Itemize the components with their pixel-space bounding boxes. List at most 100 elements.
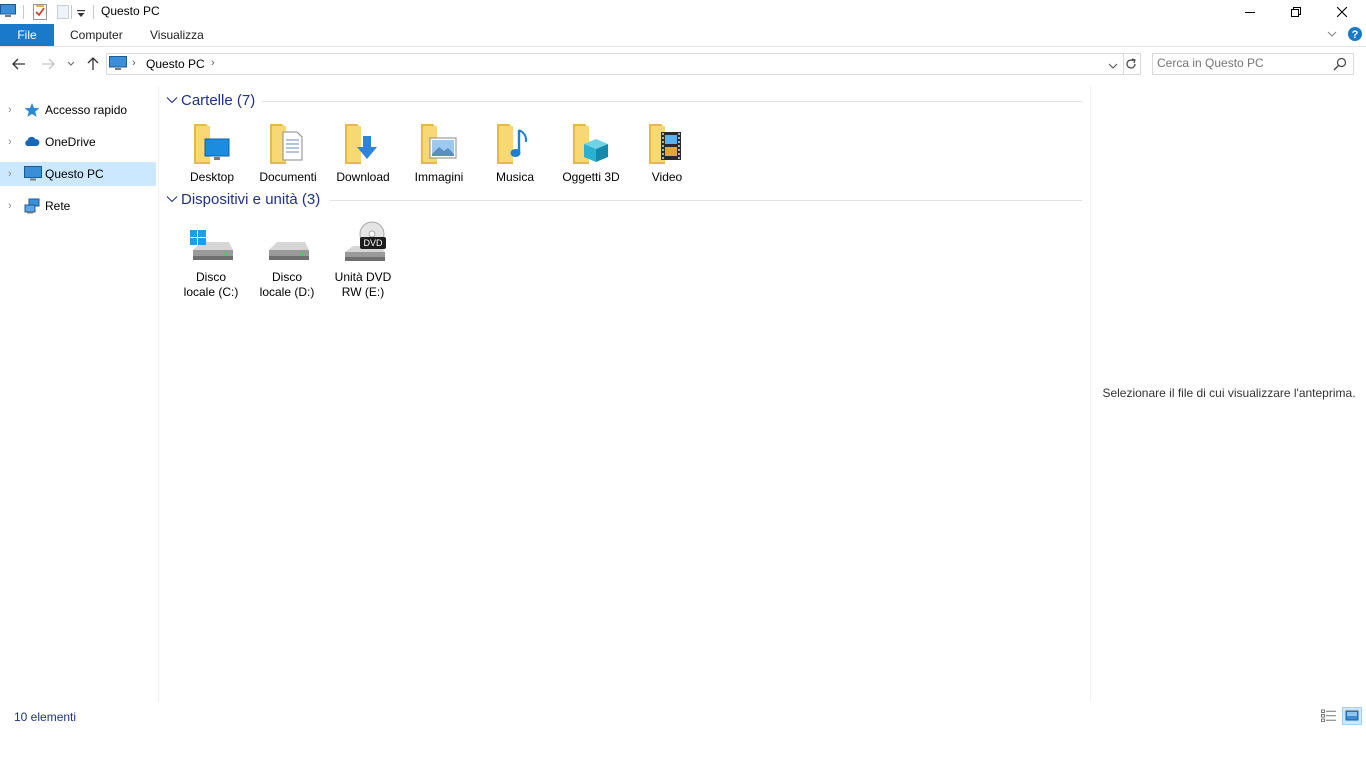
item-label: Download (336, 170, 390, 184)
item-label-line2: locale (C:) (183, 285, 239, 299)
refresh-button[interactable] (1122, 53, 1141, 75)
cloud-icon (24, 134, 40, 150)
drive-item-c[interactable]: Disco locale (C:) (173, 220, 249, 300)
new-folder-icon[interactable] (57, 5, 69, 19)
address-bar[interactable]: › Questo PC › (106, 53, 1124, 75)
folder-video-icon (643, 120, 691, 168)
recent-locations-button[interactable] (61, 53, 81, 75)
close-icon (1337, 7, 1347, 17)
expand-chevron-icon[interactable]: › (8, 200, 12, 212)
folder-item-desktop[interactable]: Desktop (174, 120, 250, 185)
forward-button[interactable] (37, 53, 59, 75)
restore-button[interactable] (1273, 0, 1319, 24)
group-title: Cartelle (7) (181, 92, 256, 109)
back-arrow-icon (12, 58, 25, 70)
folder-item-musica[interactable]: Musica (477, 120, 553, 185)
title-bar: Questo PC (0, 0, 1366, 24)
search-input[interactable] (1157, 55, 1327, 71)
expand-chevron-icon[interactable]: › (8, 168, 12, 180)
refresh-icon (1126, 58, 1136, 69)
tab-file[interactable]: File (0, 24, 54, 46)
sidebar-item-accesso-rapido[interactable]: › Accesso rapido (0, 98, 156, 122)
preview-message: Selezionare il file di cui visualizzare … (1102, 386, 1356, 400)
sidebar-item-rete[interactable]: › Rete (0, 194, 156, 218)
drive-item-d[interactable]: Disco locale (D:) (249, 220, 325, 300)
separator (23, 5, 24, 19)
expand-chevron-icon[interactable]: › (8, 104, 12, 116)
dvd-drive-icon: DVD (339, 220, 387, 268)
item-label: Documenti (259, 170, 317, 184)
folder-item-documenti[interactable]: Documenti (250, 120, 326, 185)
help-icon[interactable]: ? (1347, 26, 1363, 42)
svg-text:?: ? (1352, 29, 1359, 41)
folder-item-immagini[interactable]: Immagini (401, 120, 477, 185)
folder-music-icon (491, 120, 539, 168)
status-item-count: 10 elementi (14, 710, 77, 724)
breadcrumb-questo-pc[interactable]: Questo PC (146, 57, 205, 71)
ribbon-tabs: File Computer Visualizza ? (0, 24, 1366, 47)
item-label-line2: RW (E:) (341, 285, 385, 299)
minimize-button[interactable] (1227, 0, 1273, 24)
sidebar-item-label: OneDrive (45, 135, 96, 149)
item-label: Desktop (189, 170, 235, 184)
item-label-line1: Disco (195, 270, 226, 284)
hard-drive-icon (263, 220, 311, 268)
folder-documents-icon (264, 120, 312, 168)
drive-item-e[interactable]: DVD Unità DVD RW (E:) (325, 220, 401, 300)
computer-icon (109, 56, 127, 71)
item-label: Immagini (414, 170, 464, 184)
up-arrow-icon (87, 57, 99, 70)
separator (93, 5, 94, 19)
large-icons-view-icon[interactable] (1342, 707, 1362, 725)
folder-item-oggetti-3d[interactable]: Oggetti 3D (553, 120, 629, 185)
folder-pictures-icon (415, 120, 463, 168)
item-label-line1: Unità DVD (334, 270, 392, 284)
computer-icon (24, 166, 42, 182)
sidebar-item-label: Questo PC (45, 167, 104, 181)
expand-ribbon-icon[interactable] (1326, 28, 1338, 40)
tab-visualizza[interactable]: Visualizza (138, 24, 216, 46)
folder-3d-objects-icon (567, 120, 615, 168)
sidebar-item-label: Accesso rapido (45, 103, 128, 117)
back-button[interactable] (8, 53, 30, 75)
computer-icon (0, 4, 16, 18)
window-title: Questo PC (101, 4, 160, 18)
sidebar-item-onedrive[interactable]: › OneDrive (0, 130, 156, 154)
group-divider (262, 101, 1082, 102)
breadcrumb-chevron-icon[interactable]: › (132, 57, 136, 69)
address-history-dropdown-icon[interactable] (1108, 59, 1118, 69)
group-title: Dispositivi e unità (3) (181, 191, 321, 208)
customize-toolbar-dropdown-icon[interactable] (76, 8, 86, 18)
properties-icon[interactable] (33, 4, 47, 20)
folder-desktop-icon (188, 120, 236, 168)
item-label: Musica (495, 170, 534, 184)
collapse-chevron-icon[interactable] (166, 193, 178, 205)
collapse-chevron-icon[interactable] (166, 94, 178, 106)
up-button[interactable] (82, 53, 104, 75)
forward-arrow-icon (42, 58, 55, 70)
item-label-line2: locale (D:) (259, 285, 315, 299)
group-divider (330, 200, 1082, 201)
breadcrumb-chevron-icon[interactable]: › (211, 57, 215, 69)
details-view-icon[interactable] (1321, 709, 1337, 723)
sidebar-item-questo-pc[interactable]: › Questo PC (0, 162, 156, 186)
preview-divider[interactable] (1090, 86, 1091, 702)
folder-download-icon (339, 120, 387, 168)
pane-divider[interactable] (158, 86, 159, 702)
item-label: Oggetti 3D (562, 170, 620, 184)
item-label: Video (651, 170, 683, 184)
restore-icon (1291, 7, 1301, 17)
dvd-badge: DVD (363, 238, 383, 248)
network-icon (24, 198, 40, 214)
search-box[interactable] (1152, 53, 1354, 75)
minimize-icon (1245, 12, 1255, 13)
sidebar-item-label: Rete (45, 199, 71, 213)
close-button[interactable] (1319, 0, 1365, 24)
item-label-line1: Disco (271, 270, 302, 284)
folder-item-download[interactable]: Download (325, 120, 401, 185)
tab-computer[interactable]: Computer (58, 24, 135, 46)
search-icon[interactable] (1333, 57, 1347, 71)
chevron-down-icon (67, 61, 75, 66)
expand-chevron-icon[interactable]: › (8, 136, 12, 148)
folder-item-video[interactable]: Video (629, 120, 705, 185)
